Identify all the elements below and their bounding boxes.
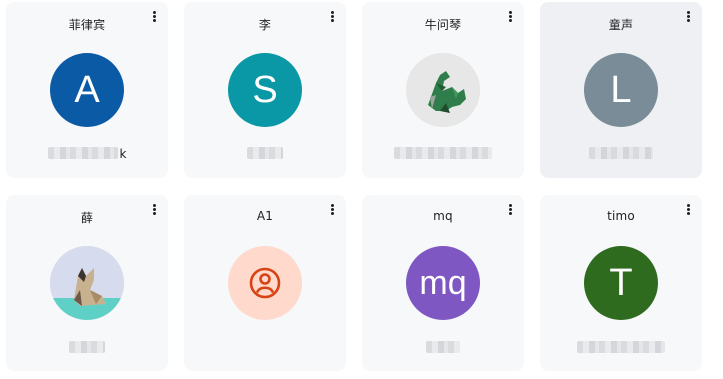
account-name: timo xyxy=(607,209,635,223)
account-card[interactable]: 薛 xyxy=(6,195,168,371)
account-name: 菲律宾 xyxy=(68,18,106,32)
account-name: 李 xyxy=(258,18,272,32)
account-subtitle: k xyxy=(6,147,168,161)
account-card[interactable]: mq mq xyxy=(362,195,524,371)
more-vert-icon[interactable] xyxy=(326,10,338,26)
account-name: 薛 xyxy=(80,211,94,225)
account-subtitle xyxy=(6,341,168,353)
redacted-text xyxy=(577,341,665,353)
avatar xyxy=(228,246,302,320)
redacted-text xyxy=(47,147,118,159)
more-vert-icon[interactable] xyxy=(682,10,694,26)
redacted-text xyxy=(426,341,460,353)
more-vert-icon[interactable] xyxy=(326,203,338,219)
avatar: S xyxy=(228,53,302,127)
avatar-letter: T xyxy=(609,261,633,304)
user-circle-icon xyxy=(249,267,281,299)
avatar-letter: mq xyxy=(419,263,467,302)
subtitle-text: k xyxy=(119,147,127,161)
account-subtitle xyxy=(184,147,346,159)
account-subtitle xyxy=(362,341,524,353)
more-vert-icon[interactable] xyxy=(148,203,160,219)
account-card[interactable]: 菲律宾 A k xyxy=(6,2,168,178)
account-card[interactable]: timo T xyxy=(540,195,702,371)
avatar: A xyxy=(50,53,124,127)
avatar-letter: A xyxy=(74,68,100,111)
account-subtitle xyxy=(540,147,702,159)
account-name: 童声 xyxy=(608,18,634,32)
more-vert-icon[interactable] xyxy=(504,10,516,26)
more-vert-icon[interactable] xyxy=(148,10,160,26)
account-card[interactable]: 李 S xyxy=(184,2,346,178)
redacted-text xyxy=(247,147,283,159)
avatar: L xyxy=(584,53,658,127)
account-card[interactable]: 童声 L xyxy=(540,2,702,178)
avatar: mq xyxy=(406,246,480,320)
redacted-text xyxy=(69,341,105,353)
account-name: 牛问琴 xyxy=(424,18,462,32)
avatar-letter: L xyxy=(610,68,632,111)
more-vert-icon[interactable] xyxy=(504,203,516,219)
account-subtitle xyxy=(540,341,702,353)
origami-cat-image xyxy=(50,246,124,320)
account-card[interactable]: A1 xyxy=(184,195,346,371)
avatar: T xyxy=(584,246,658,320)
more-vert-icon[interactable] xyxy=(682,203,694,219)
account-subtitle xyxy=(362,147,524,159)
redacted-text xyxy=(589,147,653,159)
account-name: A1 xyxy=(256,209,274,223)
account-card[interactable]: 牛问琴 xyxy=(362,2,524,178)
avatar-letter: S xyxy=(252,68,278,111)
origami-dinosaur-image xyxy=(406,53,480,127)
redacted-text xyxy=(394,147,492,159)
account-subtitle xyxy=(184,341,346,353)
account-name: mq xyxy=(433,209,453,223)
